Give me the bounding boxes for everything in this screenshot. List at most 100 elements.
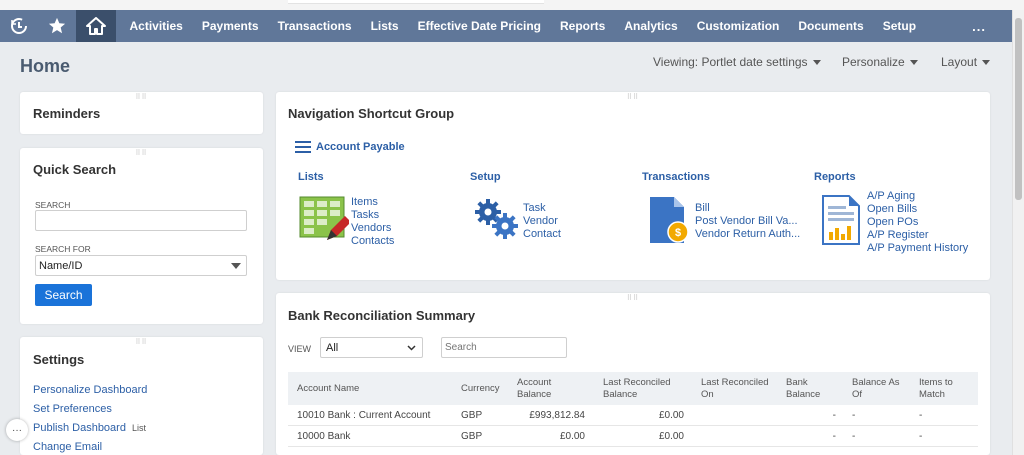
quick-search-portlet: ⠿⠿ Quick Search SEARCH SEARCH FOR Name/I… bbox=[20, 148, 263, 324]
search-input[interactable] bbox=[35, 210, 247, 231]
nav-activities[interactable]: Activities bbox=[120, 19, 192, 33]
personalize-dashboard-link[interactable]: Personalize Dashboard bbox=[33, 384, 147, 396]
ap-payment-history-link[interactable]: A/P Payment History bbox=[867, 242, 968, 255]
contacts-link[interactable]: Contacts bbox=[351, 235, 394, 248]
shortcut-group-title: Navigation Shortcut Group bbox=[288, 106, 455, 121]
lists-links: Items Tasks Vendors Contacts bbox=[351, 196, 394, 248]
page-title: Home bbox=[20, 56, 71, 76]
nav-lists[interactable]: Lists bbox=[361, 19, 408, 33]
bill-document-icon: $ bbox=[650, 197, 689, 243]
personalize-dropdown[interactable]: Personalize bbox=[842, 55, 918, 69]
nav-more-button[interactable]: ... bbox=[972, 19, 986, 34]
view-select-value: All bbox=[326, 341, 339, 354]
quick-search-title: Quick Search bbox=[33, 162, 117, 177]
drag-handle-icon[interactable]: ⠿⠿ bbox=[135, 150, 147, 157]
view-select[interactable]: All bbox=[320, 337, 423, 358]
col-bank-balance[interactable]: Bank Balance bbox=[786, 377, 826, 401]
nav-reports[interactable]: Reports bbox=[550, 19, 614, 33]
items-link[interactable]: Items bbox=[351, 196, 394, 209]
nav-transactions[interactable]: Transactions bbox=[268, 19, 361, 33]
search-for-label: SEARCH FOR bbox=[35, 244, 91, 254]
transactions-links: Bill Post Vendor Bill Va... Vendor Retur… bbox=[695, 202, 800, 241]
task-link[interactable]: Task bbox=[523, 202, 561, 215]
account-payable-group[interactable]: Account Payable bbox=[295, 141, 405, 153]
post-vendor-bill-link[interactable]: Post Vendor Bill Va... bbox=[695, 215, 800, 228]
viewing-label: Viewing: Portlet date settings bbox=[653, 55, 808, 69]
chevron-down-icon bbox=[231, 263, 241, 269]
col-last-reconciled-balance[interactable]: Last Reconciled Balance bbox=[603, 377, 693, 401]
publish-dashboard-label: Publish Dashboard bbox=[33, 422, 126, 434]
ap-register-link[interactable]: A/P Register bbox=[867, 229, 968, 242]
row2-items-to-match: - bbox=[919, 431, 923, 442]
layout-dropdown[interactable]: Layout bbox=[941, 55, 991, 69]
layout-label: Layout bbox=[941, 55, 978, 69]
col-balance-as-of[interactable]: Balance As Of bbox=[852, 377, 907, 401]
open-bills-link[interactable]: Open Bills bbox=[867, 203, 968, 216]
page-scrollbar[interactable] bbox=[1012, 10, 1024, 455]
account-payable-label: Account Payable bbox=[316, 141, 405, 153]
bank-search-input[interactable] bbox=[441, 337, 567, 358]
vendors-link[interactable]: Vendors bbox=[351, 222, 394, 235]
search-for-select[interactable]: Name/ID bbox=[35, 255, 247, 276]
row1-account-name[interactable]: 10010 Bank : Current Account bbox=[297, 410, 430, 421]
lists-spreadsheet-icon bbox=[299, 196, 349, 240]
chevron-down-icon bbox=[812, 59, 821, 65]
ap-aging-link[interactable]: A/P Aging bbox=[867, 190, 968, 203]
chevron-down-icon bbox=[982, 59, 991, 65]
row2-currency: GBP bbox=[461, 431, 483, 442]
col-account-name[interactable]: Account Name bbox=[297, 383, 359, 395]
bill-link[interactable]: Bill bbox=[695, 202, 800, 215]
col-account-balance[interactable]: Account Balance bbox=[517, 377, 567, 401]
vendor-return-auth-link[interactable]: Vendor Return Auth... bbox=[695, 228, 800, 241]
recent-records-icon[interactable] bbox=[0, 10, 38, 42]
publish-dashboard-link[interactable]: Publish Dashboard List bbox=[33, 422, 146, 434]
home-icon[interactable] bbox=[76, 10, 116, 42]
row1-items-to-match: - bbox=[919, 410, 923, 421]
contact-link[interactable]: Contact bbox=[523, 228, 561, 241]
open-pos-link[interactable]: Open POs bbox=[867, 216, 968, 229]
col-items-to-match[interactable]: Items to Match bbox=[919, 377, 964, 401]
tasks-link[interactable]: Tasks bbox=[351, 209, 394, 222]
search-button[interactable]: Search bbox=[35, 284, 92, 306]
row1-account-balance: £993,812.84 bbox=[529, 410, 585, 421]
nav-documents[interactable]: Documents bbox=[789, 19, 873, 33]
favorites-star-icon[interactable] bbox=[38, 10, 76, 42]
nav-customization[interactable]: Customization bbox=[687, 19, 789, 33]
row2-bank-balance: - bbox=[832, 431, 836, 442]
nav-analytics[interactable]: Analytics bbox=[615, 19, 687, 33]
nav-effective-date-pricing[interactable]: Effective Date Pricing bbox=[408, 19, 550, 33]
row1-last-reconciled-balance: £0.00 bbox=[658, 410, 684, 421]
lists-heading: Lists bbox=[298, 171, 324, 183]
settings-portlet: ⠿⠿ Settings Personalize Dashboard Set Pr… bbox=[20, 337, 263, 455]
report-document-icon bbox=[822, 195, 860, 245]
row2-account-name[interactable]: 10000 Bank bbox=[297, 431, 350, 442]
nav-payments[interactable]: Payments bbox=[192, 19, 268, 33]
chevron-down-icon bbox=[909, 59, 918, 65]
bank-reconciliation-portlet: ⠿⠿ Bank Reconciliation Summary VIEW All … bbox=[276, 293, 990, 455]
main-navbar: Activities Payments Transactions Lists E… bbox=[0, 10, 1012, 42]
browser-top-strip bbox=[0, 0, 1024, 10]
reports-heading: Reports bbox=[814, 171, 856, 183]
col-last-reconciled-on[interactable]: Last Reconciled On bbox=[701, 377, 781, 401]
setup-links: Task Vendor Contact bbox=[523, 202, 561, 241]
col-currency[interactable]: Currency bbox=[461, 383, 500, 395]
drag-handle-icon[interactable]: ⠿⠿ bbox=[135, 339, 147, 346]
set-preferences-link[interactable]: Set Preferences bbox=[33, 403, 112, 415]
scrollbar-thumb[interactable] bbox=[1015, 18, 1022, 200]
personalize-label: Personalize bbox=[842, 55, 905, 69]
reports-links: A/P Aging Open Bills Open POs A/P Regist… bbox=[867, 190, 968, 255]
floating-more-button[interactable]: ··· bbox=[6, 419, 28, 441]
chevron-down-icon bbox=[407, 345, 416, 351]
change-email-link[interactable]: Change Email bbox=[33, 441, 102, 453]
drag-handle-icon[interactable]: ⠿⠿ bbox=[135, 94, 147, 101]
vendor-link[interactable]: Vendor bbox=[523, 215, 561, 228]
hamburger-menu-icon bbox=[295, 141, 311, 153]
row1-balance-as-of: - bbox=[852, 410, 856, 421]
bank-reconciliation-title: Bank Reconciliation Summary bbox=[288, 308, 476, 323]
viewing-dropdown[interactable]: Viewing: Portlet date settings bbox=[653, 55, 821, 69]
drag-handle-icon[interactable]: ⠿⠿ bbox=[627, 295, 639, 302]
row2-balance-as-of: - bbox=[852, 431, 856, 442]
nav-setup[interactable]: Setup bbox=[873, 19, 925, 33]
row2-account-balance: £0.00 bbox=[559, 431, 585, 442]
drag-handle-icon[interactable]: ⠿⠿ bbox=[627, 94, 639, 101]
